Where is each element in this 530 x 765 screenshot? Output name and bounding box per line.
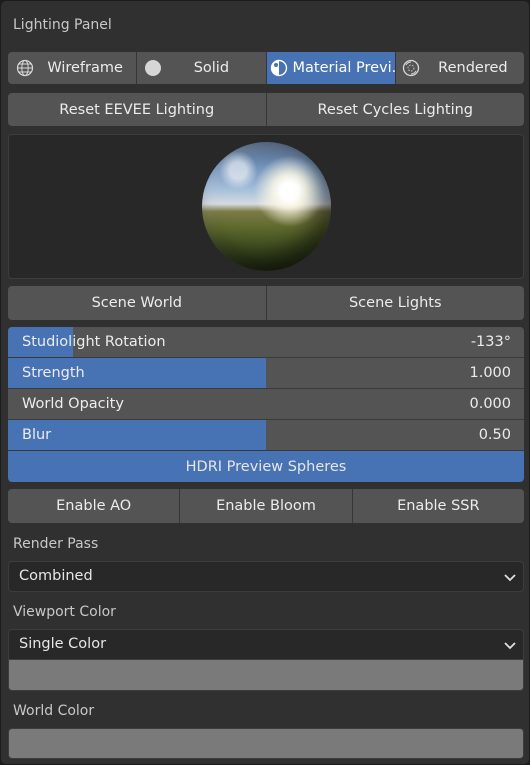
studiolight-rotation-label: Studiolight Rotation [22, 334, 166, 350]
panel-title: Lighting Panel [13, 17, 112, 33]
effects-row: Enable AO Enable Bloom Enable SSR [8, 489, 524, 523]
shading-mode-selector: Wireframe Solid Material Previ... Render… [8, 52, 524, 84]
studiolight-rotation-value: -133° [470, 334, 511, 350]
chevron-down-icon [503, 638, 517, 652]
viewport-color-dropdown[interactable]: Single Color [8, 629, 524, 660]
studiolight-rotation-slider[interactable]: Studiolight Rotation -133° [8, 327, 524, 358]
world-color-label: World Color [13, 703, 95, 719]
lighting-settings: Studiolight Rotation -133° Strength 1.00… [8, 327, 524, 482]
world-color-swatch[interactable] [8, 728, 524, 759]
hdri-preview-spheres-toggle[interactable]: HDRI Preview Spheres [8, 451, 524, 482]
material-preview-button[interactable]: Material Previ... [266, 52, 396, 84]
lighting-panel: Lighting Panel Wireframe Solid Material … [0, 0, 530, 765]
world-opacity-value: 0.000 [469, 396, 511, 412]
chevron-down-icon [503, 570, 517, 584]
wireframe-globe-icon [15, 58, 35, 78]
wireframe-button[interactable]: Wireframe [8, 52, 138, 84]
studiolight-preview[interactable] [8, 134, 524, 279]
scene-lights-button[interactable]: Scene Lights [266, 286, 524, 320]
rendered-button[interactable]: Rendered [395, 52, 524, 84]
enable-bloom-button[interactable]: Enable Bloom [180, 489, 353, 523]
strength-label: Strength [22, 365, 85, 381]
scene-world-button[interactable]: Scene World [8, 286, 267, 320]
reset-lighting-row: Reset EEVEE Lighting Reset Cycles Lighti… [8, 93, 524, 126]
reset-eevee-lighting-button[interactable]: Reset EEVEE Lighting [8, 93, 267, 126]
blur-label: Blur [22, 427, 52, 443]
render-pass-value: Combined [19, 568, 93, 584]
strength-slider[interactable]: Strength 1.000 [8, 358, 524, 389]
world-opacity-slider[interactable]: World Opacity 0.000 [8, 389, 524, 420]
rendered-label: Rendered [438, 60, 508, 76]
strength-value: 1.000 [469, 365, 511, 381]
viewport-color-swatch[interactable] [8, 660, 524, 691]
scene-toggle-row: Scene World Scene Lights [8, 286, 524, 320]
material-preview-icon [269, 58, 289, 78]
enable-ao-button[interactable]: Enable AO [8, 489, 181, 523]
rendered-sphere-icon [401, 58, 421, 78]
viewport-color-label: Viewport Color [13, 604, 116, 620]
viewport-color-value: Single Color [19, 636, 107, 652]
render-pass-dropdown[interactable]: Combined [8, 561, 524, 592]
world-opacity-label: World Opacity [22, 396, 124, 412]
hdri-preview-sphere [202, 142, 331, 271]
solid-button[interactable]: Solid [137, 52, 267, 84]
blur-slider[interactable]: Blur 0.50 [8, 420, 524, 451]
material-preview-label: Material Previ... [292, 60, 395, 76]
solid-label: Solid [193, 60, 230, 76]
enable-ssr-button[interactable]: Enable SSR [352, 489, 524, 523]
wireframe-label: Wireframe [47, 60, 123, 76]
reset-cycles-lighting-button[interactable]: Reset Cycles Lighting [266, 93, 524, 126]
render-pass-label: Render Pass [13, 536, 99, 552]
blur-value: 0.50 [478, 427, 511, 443]
